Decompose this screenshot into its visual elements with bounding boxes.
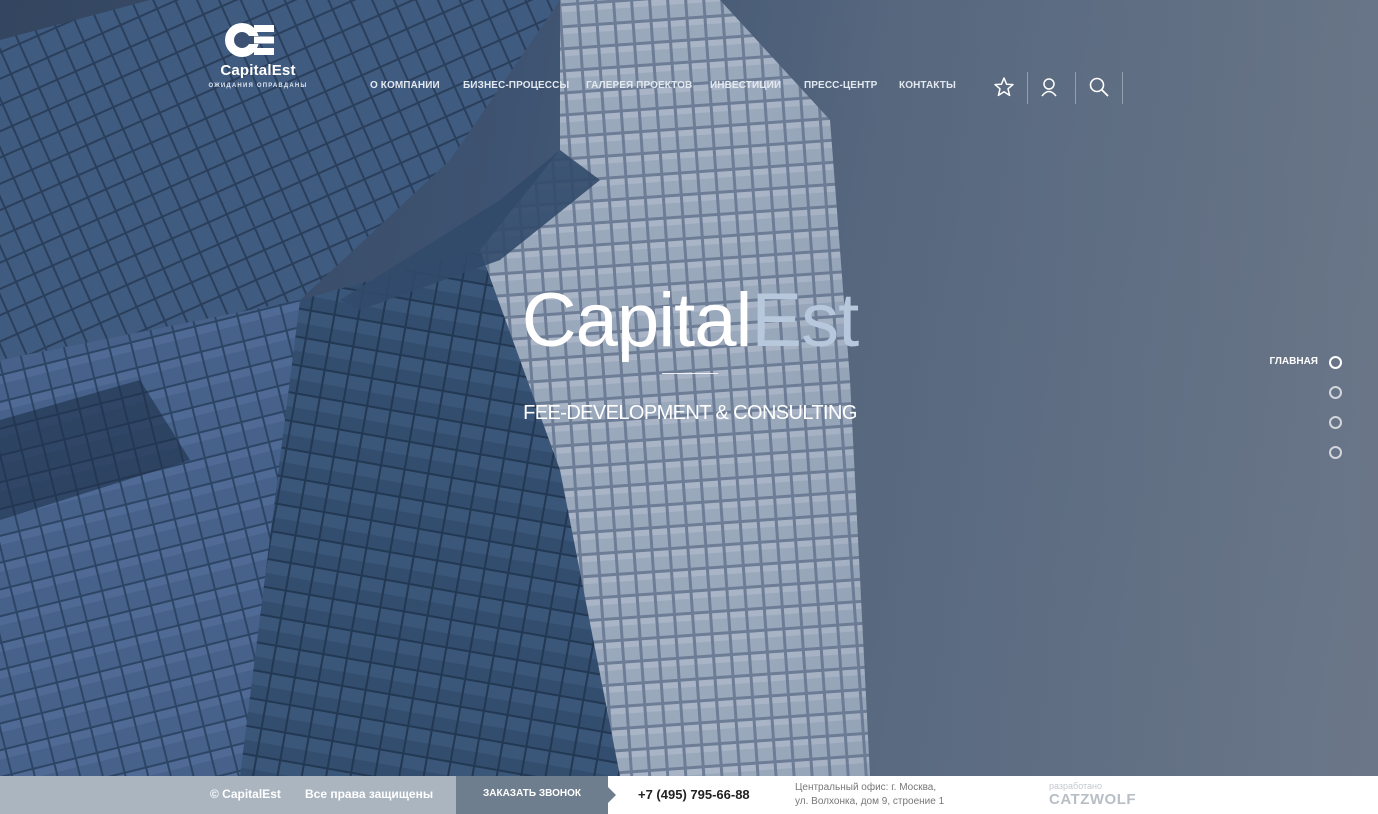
nav-item-business[interactable]: БИЗНЕС-ПРОЦЕССЫ (463, 80, 569, 91)
callback-button-label: ЗАКАЗАТЬ ЗВОНОК (483, 788, 581, 799)
nav-item-investments[interactable]: ИНВЕСТИЦИИ (710, 80, 781, 91)
footer-left-panel: © CapitalEst Все права защищены (0, 776, 456, 814)
logo-mark-icon (225, 23, 274, 57)
brand-tagline: ОЖИДАНИЯ ОПРАВДАНЫ (208, 83, 308, 89)
footer-copyright: © CapitalEst (210, 787, 281, 801)
footer-address-line2: ул. Волхонка, дом 9, строение 1 (795, 796, 945, 807)
star-icon[interactable] (993, 76, 1015, 98)
hero-title: CapitalEst (400, 278, 980, 364)
slide-dot-4[interactable] (1329, 446, 1342, 459)
nav-item-gallery[interactable]: ГАЛЕРЕЯ ПРОЕКТОВ (586, 80, 692, 91)
footer-address-line1: Центральный офис: г. Москва, (795, 782, 937, 793)
slide-dot-1[interactable] (1329, 356, 1342, 369)
hero-divider (662, 373, 718, 374)
hero-section (0, 0, 1378, 776)
hero-subtitle: FEE-DEVELOPMENT & CONSULTING (523, 402, 857, 424)
slide-dot-2[interactable] (1329, 386, 1342, 399)
slide-label: ГЛАВНАЯ (1269, 356, 1318, 367)
slide-dot-3[interactable] (1329, 416, 1342, 429)
header-divider (1027, 72, 1028, 104)
hero-title-main: Capital (521, 278, 753, 363)
search-icon[interactable] (1088, 76, 1110, 98)
footer-phone[interactable]: +7 (495) 795-66-88 (638, 787, 750, 802)
developer-label: разработано (1049, 781, 1103, 791)
nav-item-press[interactable]: ПРЕСС-ЦЕНТР (804, 80, 877, 91)
header-divider (1122, 72, 1123, 104)
skyscraper-background (0, 0, 1378, 776)
developer-logo[interactable]: CATZWOLF (1049, 791, 1136, 808)
brand-logo[interactable]: CapitalEst ОЖИДАНИЯ ОПРАВДАНЫ (208, 22, 308, 94)
footer: © CapitalEst Все права защищены ЗАКАЗАТЬ… (0, 776, 1378, 814)
callback-button[interactable]: ЗАКАЗАТЬ ЗВОНОК (456, 776, 616, 814)
header-divider (1075, 72, 1076, 104)
footer-rights: Все права защищены (305, 787, 434, 801)
nav-item-about[interactable]: О КОМПАНИИ (370, 80, 440, 91)
nav-item-contacts[interactable]: КОНТАКТЫ (899, 80, 956, 91)
hero-title-accent: Est (751, 278, 859, 363)
brand-name: CapitalEst (220, 62, 296, 79)
user-icon[interactable] (1038, 76, 1060, 98)
